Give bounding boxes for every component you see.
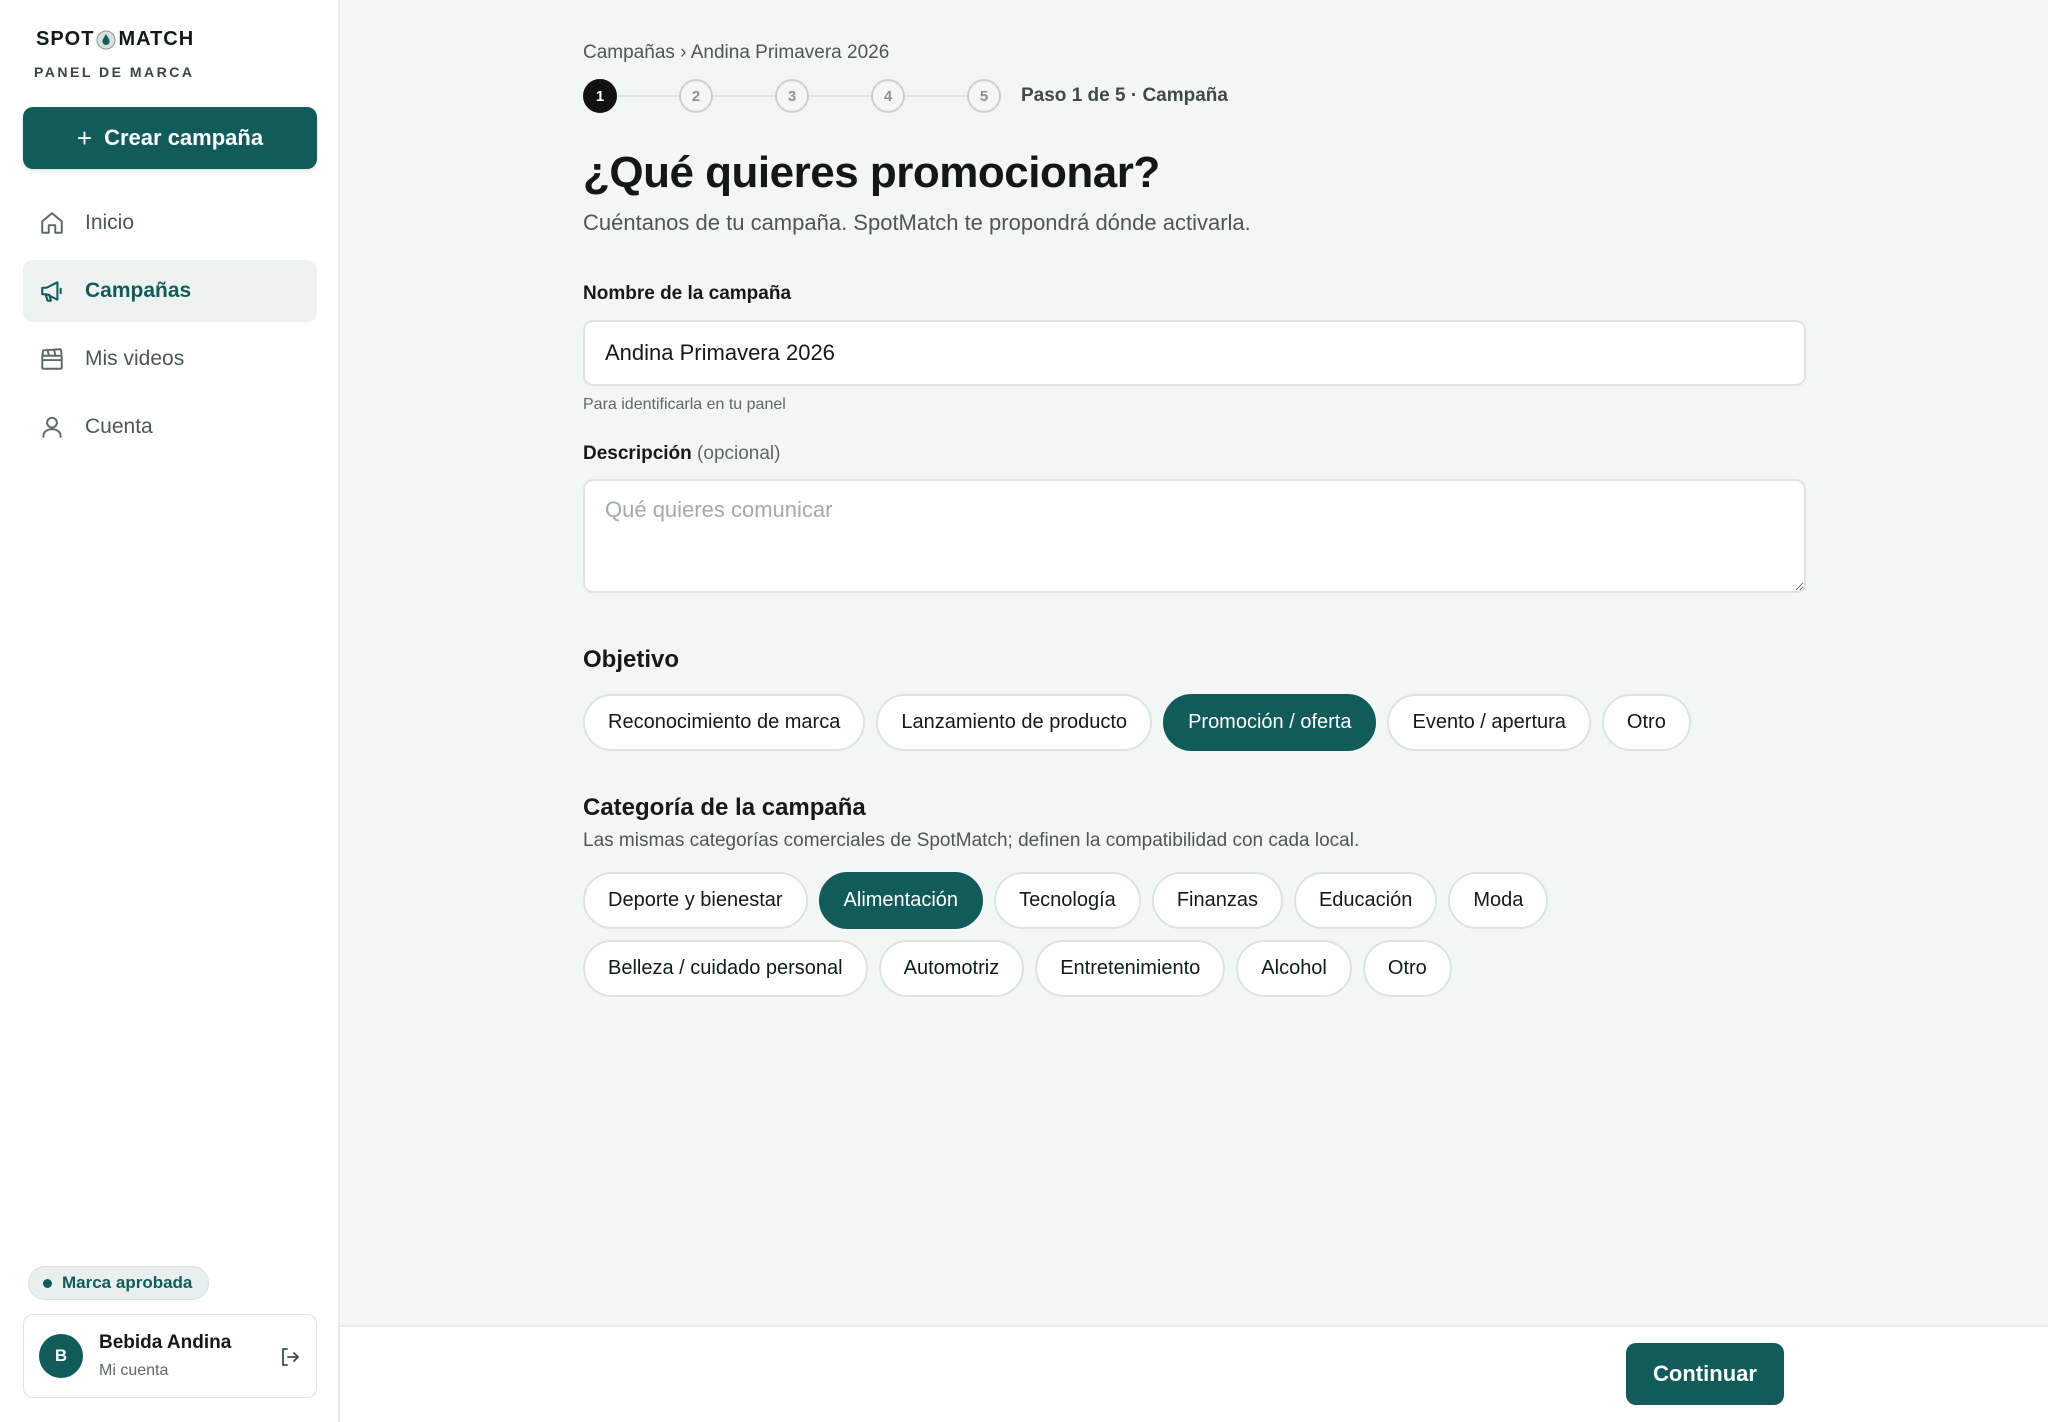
step-connector — [809, 95, 871, 97]
category-options-row-2: Belleza / cuidado personal Automotriz En… — [583, 940, 1452, 997]
campaign-name-label: Nombre de la campaña — [583, 283, 792, 304]
breadcrumb[interactable]: Campañas › Andina Primavera 2026 — [583, 42, 889, 64]
spotmatch-logo[interactable]: SPOT MATCH — [36, 28, 194, 51]
step-1: 1 — [583, 79, 617, 113]
objective-chip-selected[interactable]: Promoción / oferta — [1163, 694, 1377, 751]
account-name: Bebida Andina — [99, 1332, 232, 1353]
objective-chip[interactable]: Otro — [1601, 694, 1691, 751]
sidebar-item-campanas[interactable]: Campañas — [23, 260, 317, 322]
category-chip[interactable]: Automotriz — [878, 940, 1025, 997]
step-connector — [713, 95, 775, 97]
category-chip-selected[interactable]: Alimentación — [818, 872, 984, 929]
user-icon — [42, 416, 62, 438]
sidebar-item-inicio[interactable]: Inicio — [23, 192, 317, 254]
logout-icon[interactable] — [278, 1345, 302, 1369]
category-chip[interactable]: Moda — [1448, 872, 1549, 929]
logo-left: SPOT — [36, 28, 95, 50]
objective-chip[interactable]: Evento / apertura — [1387, 694, 1591, 751]
step-2: 2 — [679, 79, 713, 113]
category-chip[interactable]: Tecnología — [994, 872, 1141, 929]
step-4: 4 — [871, 79, 905, 113]
continue-button[interactable]: Continuar — [1626, 1343, 1784, 1405]
objective-options: Reconocimiento de marca Lanzamiento de p… — [583, 694, 1691, 751]
home-icon — [41, 212, 63, 234]
sidebar: SPOT MATCH PANEL DE MARCA + Crear campañ… — [0, 0, 340, 1422]
description-label-text: Descripción — [583, 443, 692, 464]
campaign-name-input[interactable] — [583, 320, 1806, 386]
description-label: Descripción (opcional) — [583, 443, 780, 465]
status-badge-label: Marca aprobada — [62, 1273, 193, 1292]
status-badge: Marca aprobada — [28, 1266, 210, 1300]
step-connector — [905, 95, 967, 97]
category-chip[interactable]: Belleza / cuidado personal — [583, 940, 868, 997]
megaphone-icon — [41, 281, 62, 302]
create-campaign-button[interactable]: + Crear campaña — [23, 107, 317, 169]
account-card[interactable]: B Bebida Andina Mi cuenta — [23, 1314, 317, 1398]
sidebar-item-mis-videos[interactable]: Mis videos — [23, 328, 317, 390]
avatar: B — [39, 1334, 83, 1378]
sidebar-item-label: Mis videos — [85, 347, 185, 370]
category-chip[interactable]: Educación — [1293, 872, 1438, 929]
sidebar-item-label: Campañas — [85, 279, 192, 302]
sidebar-item-label: Cuenta — [85, 415, 153, 438]
step-label: Paso 1 de 5 · Campaña — [1021, 85, 1228, 106]
drop-icon — [96, 30, 116, 49]
page-subtitle: Cuéntanos de tu campaña. SpotMatch te pr… — [583, 210, 1251, 235]
account-sub: Mi cuenta — [99, 1362, 169, 1379]
create-campaign-label: Crear campaña — [104, 125, 264, 150]
category-options-row-1: Deporte y bienestar Alimentación Tecnolo… — [583, 872, 1549, 929]
sidebar-item-cuenta[interactable]: Cuenta — [23, 396, 317, 458]
status-dot — [43, 1278, 52, 1288]
footer-bar — [340, 1325, 2048, 1422]
logo-right: MATCH — [118, 28, 195, 50]
campaign-name-hint: Para identificarla en tu panel — [583, 396, 786, 413]
description-optional: (opcional) — [697, 443, 781, 464]
sidebar-item-label: Inicio — [85, 211, 135, 234]
category-chip[interactable]: Otro — [1362, 940, 1452, 997]
clapperboard-icon — [41, 348, 63, 370]
description-input[interactable] — [583, 479, 1806, 593]
plus-icon: + — [76, 123, 93, 153]
objective-title: Objetivo — [583, 646, 680, 673]
step-5: 5 — [967, 79, 1001, 113]
stepper: 1 2 3 4 5 Paso 1 de 5 · Campaña — [583, 79, 1228, 113]
step-3: 3 — [775, 79, 809, 113]
objective-chip[interactable]: Lanzamiento de producto — [876, 694, 1153, 751]
category-subtitle: Las mismas categorías comerciales de Spo… — [583, 830, 1360, 851]
category-chip[interactable]: Entretenimiento — [1035, 940, 1226, 997]
step-connector — [617, 95, 679, 97]
panel-subtitle: PANEL DE MARCA — [34, 64, 195, 80]
page-title: ¿Qué quieres promocionar? — [583, 148, 1160, 197]
category-chip[interactable]: Alcohol — [1236, 940, 1352, 997]
category-chip[interactable]: Deporte y bienestar — [583, 872, 808, 929]
category-chip[interactable]: Finanzas — [1151, 872, 1283, 929]
objective-chip[interactable]: Reconocimiento de marca — [583, 694, 866, 751]
category-title: Categoría de la campaña — [583, 794, 866, 821]
